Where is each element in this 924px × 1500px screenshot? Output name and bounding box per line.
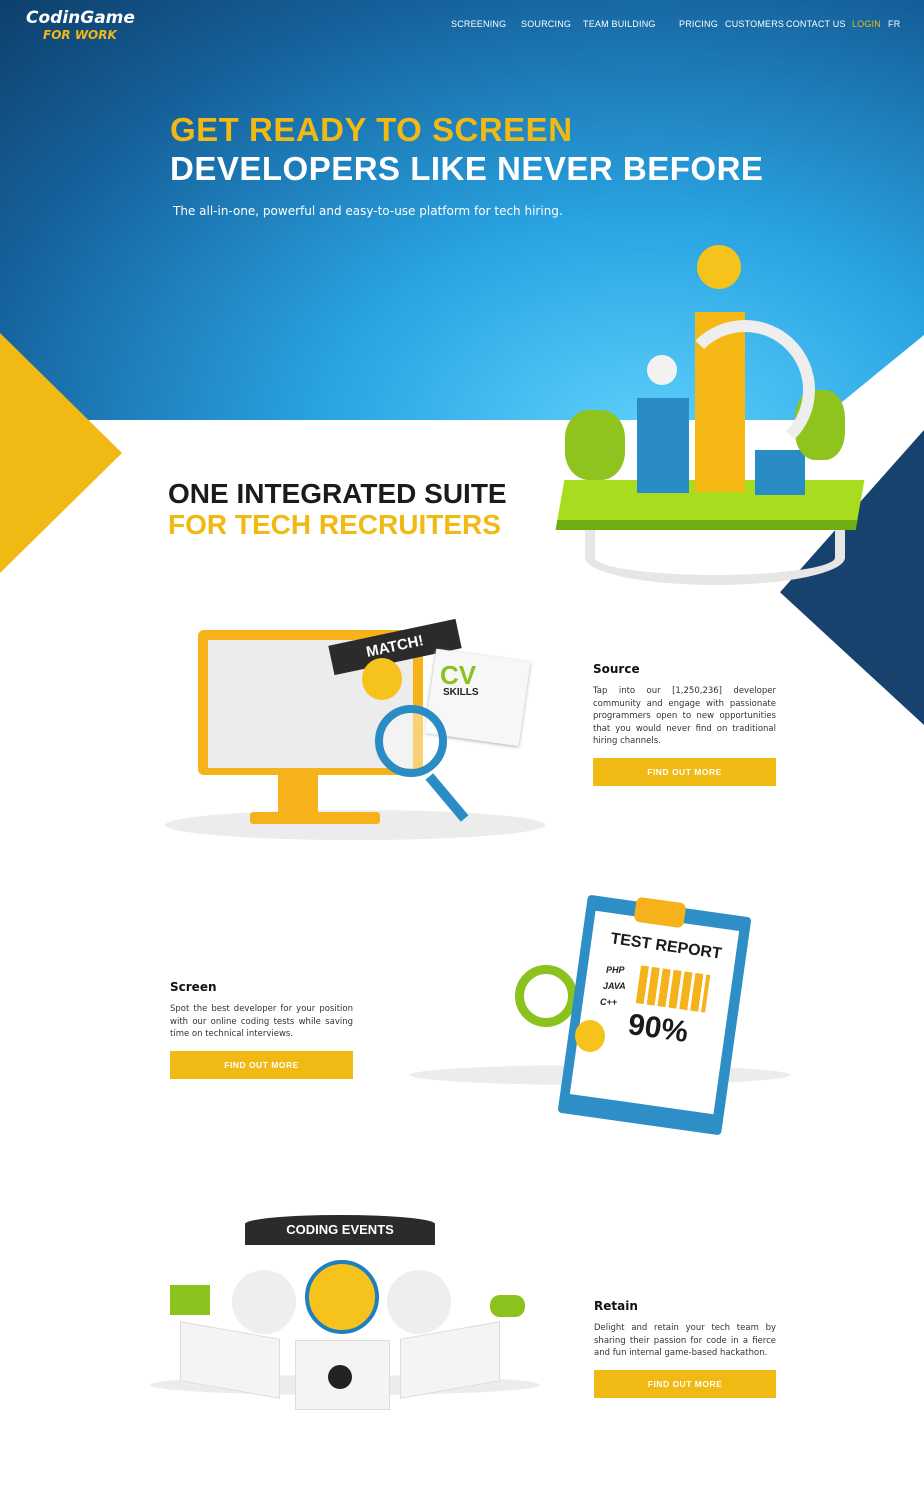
logo[interactable]: CodinGame FOR WORK [26,10,135,44]
section-screen: Screen Spot the best developer for your … [170,980,353,1079]
hero-illustration [555,200,865,590]
screen-find-out-more-button[interactable]: FIND OUT MORE [170,1050,353,1079]
section-retain: Retain Delight and retain your tech team… [594,1299,776,1398]
nav-customers[interactable]: CUSTOMERS [725,19,784,29]
retain-illustration: CODING EVENTS [150,1200,540,1420]
lang-java: JAVA [603,981,626,991]
nav-screening[interactable]: SCREENING [451,19,506,29]
section-title: Screen [170,980,217,994]
logo-text: CodinGame [26,8,135,28]
section-text: Spot the best developer for your positio… [170,1004,353,1039]
hero-tagline: The all-in-one, powerful and easy-to-use… [173,204,563,218]
nav-language-fr[interactable]: FR [888,19,900,29]
coding-events-banner: CODING EVENTS [245,1215,435,1245]
section-title: Source [593,662,640,676]
source-find-out-more-button[interactable]: FIND OUT MORE [593,757,776,786]
source-illustration: MATCH! CV SKILLS [150,600,550,850]
lang-cpp: C++ [600,997,618,1007]
nav-team-building[interactable]: TEAM BUILDING [583,19,656,29]
nav-sourcing[interactable]: SOURCING [521,19,571,29]
suite-title: ONE INTEGRATED SUITE FOR TECH RECRUITERS [168,478,507,540]
nav-pricing[interactable]: PRICING [679,19,718,29]
nav-contact-us[interactable]: CONTACT US [786,19,846,29]
section-text: Delight and retain your tech team by sha… [594,1323,776,1358]
logo-subtext: FOR WORK [43,28,117,42]
section-title: Retain [594,1299,638,1313]
nav-login[interactable]: LOGIN [852,19,881,29]
section-text: Tap into our [1,250,236] developer commu… [593,686,776,746]
skills-label: SKILLS [443,687,479,698]
hero-title: GET READY TO SCREEN DEVELOPERS LIKE NEVER… [170,111,764,187]
retain-find-out-more-button[interactable]: FIND OUT MORE [594,1369,776,1398]
section-source: Source Tap into our [1,250,236] develope… [593,662,776,786]
lang-php: PHP [606,965,625,975]
screen-illustration: TEST REPORT PHP JAVA C++ 90% [410,870,790,1136]
